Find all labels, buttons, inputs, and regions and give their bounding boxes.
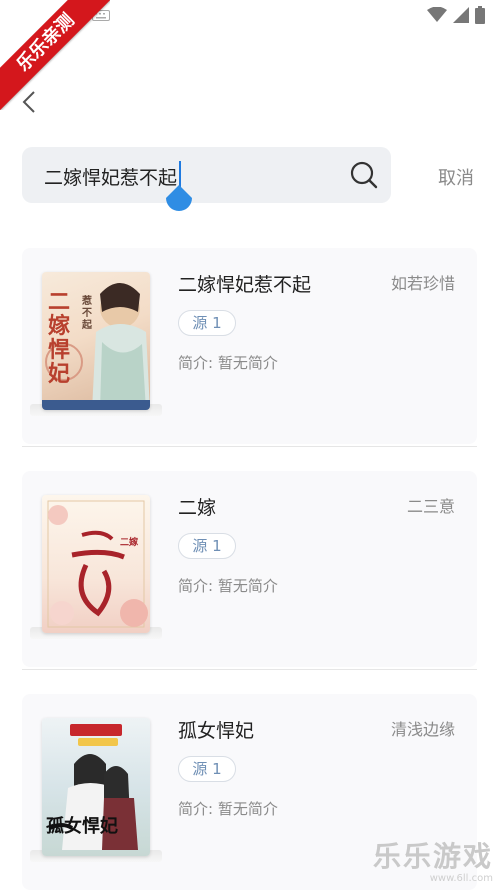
result-item[interactable]: 二嫁 二嫁 二三意 源 1 简介: 暂无简介 xyxy=(22,471,477,667)
book-cover[interactable]: 二嫁悍妃 惹不起 xyxy=(30,272,162,416)
book-title[interactable]: 二嫁 xyxy=(178,493,216,520)
divider xyxy=(22,446,477,447)
book-intro: 简介: 暂无简介 xyxy=(178,354,278,372)
watermark: 乐乐游戏 www.6ll.com xyxy=(372,840,493,885)
source-tag[interactable]: 源 1 xyxy=(178,533,236,559)
book-author: 清浅边缘 xyxy=(390,720,455,739)
cancel-button[interactable]: 取消 xyxy=(438,164,474,190)
book-intro: 简介: 暂无简介 xyxy=(178,800,278,818)
book-title[interactable]: 二嫁悍妃惹不起 xyxy=(178,270,311,297)
book-author: 二三意 xyxy=(406,497,455,516)
book-intro: 简介: 暂无简介 xyxy=(178,577,278,595)
cover-title: 二嫁悍妃 xyxy=(48,289,71,387)
wifi-icon xyxy=(427,7,447,22)
system-status-icons xyxy=(427,6,485,24)
battery-icon xyxy=(475,6,485,24)
cover-subtitle: 惹不起 xyxy=(82,296,92,331)
corner-ribbon: 乐乐亲测 xyxy=(0,0,110,110)
watermark-title: 乐乐游戏 xyxy=(372,840,493,873)
cover-image: 二嫁悍妃 惹不起 xyxy=(42,272,150,410)
search-query-text[interactable]: 二嫁悍妃惹不起 xyxy=(44,163,177,190)
book-cover[interactable]: 孤女悍妃 xyxy=(30,718,162,862)
book-cover[interactable]: 二嫁 xyxy=(30,495,162,639)
cover-illustration xyxy=(47,500,148,628)
ribbon-label: 乐乐亲测 xyxy=(0,0,110,110)
watermark-url: www.6ll.com xyxy=(429,873,493,884)
cover-image: 二嫁 xyxy=(42,495,150,633)
search-icon[interactable] xyxy=(349,160,379,190)
search-input[interactable]: 二嫁悍妃惹不起 xyxy=(22,147,391,211)
signal-icon xyxy=(453,7,469,23)
cover-title: 孤女悍妃 xyxy=(46,816,118,837)
text-cursor xyxy=(179,161,181,187)
book-title[interactable]: 孤女悍妃 xyxy=(178,716,254,743)
result-item[interactable]: 二嫁悍妃 惹不起 二嫁悍妃惹不起 如若珍惜 源 1 简介: 暂无简介 xyxy=(22,248,477,444)
divider xyxy=(22,669,477,670)
source-tag[interactable]: 源 1 xyxy=(178,310,236,336)
cover-title: 二嫁 xyxy=(120,538,139,548)
cover-image: 孤女悍妃 xyxy=(42,718,150,856)
book-author: 如若珍惜 xyxy=(390,274,455,293)
source-tag[interactable]: 源 1 xyxy=(178,756,236,782)
cursor-handle-icon[interactable] xyxy=(166,185,192,211)
back-arrow-icon[interactable] xyxy=(18,88,42,116)
